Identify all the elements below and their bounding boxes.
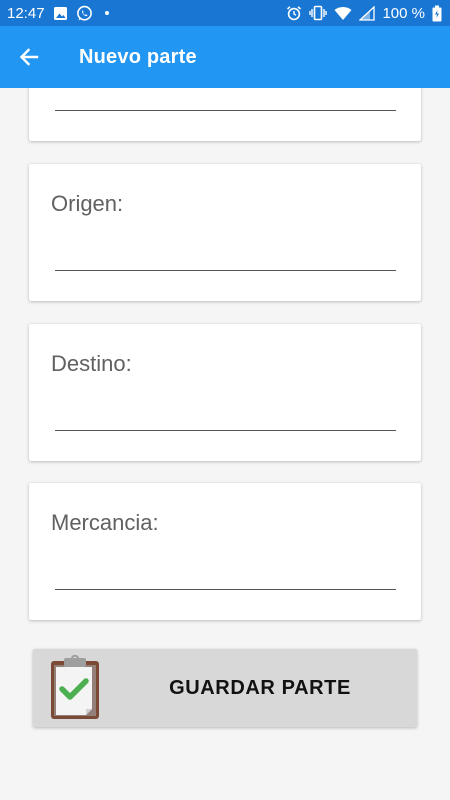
form-card-mercancia: Mercancia: <box>29 483 421 620</box>
mercancia-input[interactable] <box>55 589 396 590</box>
form-card-destino: Destino: <box>29 324 421 461</box>
form-card-origen: Origen: <box>29 164 421 301</box>
clipboard-check-icon <box>50 654 100 726</box>
status-left: 12:47 <box>7 5 113 22</box>
status-right: 100 % <box>286 5 442 22</box>
arrow-back-icon <box>19 48 39 66</box>
battery-percent: 100 % <box>382 4 425 22</box>
destino-label: Destino: <box>51 351 132 376</box>
origen-label: Origen: <box>51 191 124 216</box>
destino-input[interactable] <box>55 430 396 431</box>
signal-icon <box>359 5 376 21</box>
status-time: 12:47 <box>7 4 45 22</box>
status-bar: 12:47 100 % <box>0 0 450 26</box>
app-bar: Nuevo parte <box>0 26 450 88</box>
back-button[interactable] <box>0 26 60 88</box>
wifi-icon <box>334 6 352 21</box>
battery-icon <box>432 5 442 22</box>
form-card-previous <box>29 88 421 141</box>
previous-input-underline[interactable] <box>55 110 396 111</box>
form-content: Origen: Destino: Mercancia: GUARDAR PART… <box>0 88 450 800</box>
origen-input[interactable] <box>55 270 396 271</box>
dot-icon <box>101 7 113 19</box>
vibrate-icon <box>309 5 328 21</box>
whatsapp-icon <box>76 5 93 22</box>
mercancia-label: Mercancia: <box>51 510 159 535</box>
page-title: Nuevo parte <box>79 45 197 68</box>
image-icon <box>53 6 68 21</box>
alarm-icon <box>286 5 302 21</box>
save-button-label: GUARDAR PARTE <box>169 676 351 699</box>
save-button[interactable]: GUARDAR PARTE <box>33 649 417 727</box>
